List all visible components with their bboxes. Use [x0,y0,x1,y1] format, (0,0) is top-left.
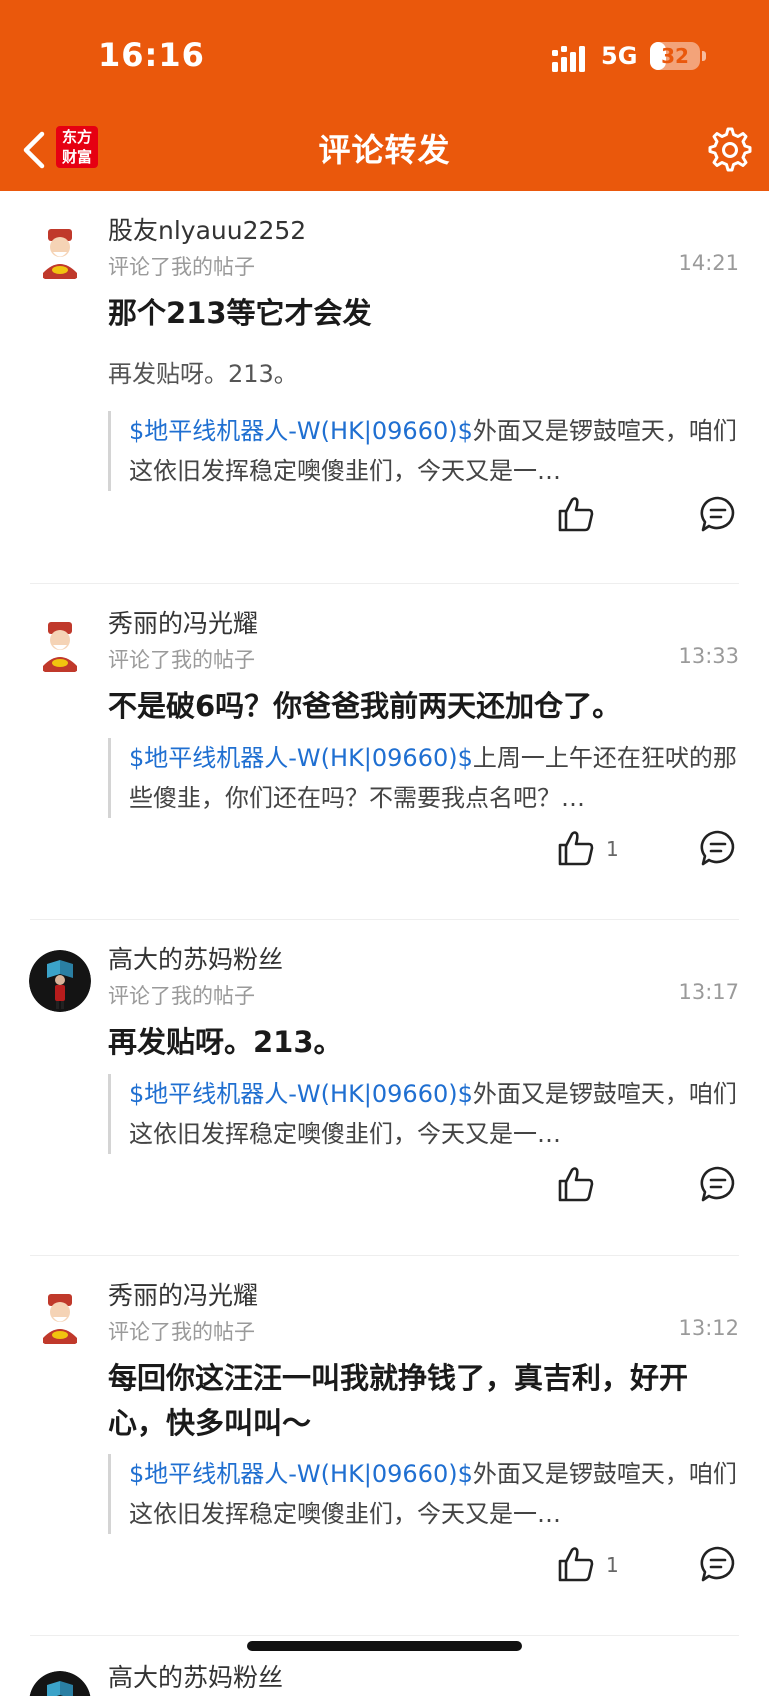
username[interactable]: 高大的苏妈粉丝 [108,940,283,976]
comment-content[interactable]: 那个213等它才会发 [108,291,739,336]
caishen-avatar-icon [29,614,91,676]
battery-tip [702,51,706,61]
like-count: 1 [606,1553,619,1577]
comment-item[interactable]: 秀丽的冯光耀 评论了我的帖子 13:12 每回你这汪汪一叫我就挣钱了，真吉利，好… [0,1256,769,1636]
gear-icon[interactable] [707,127,753,173]
stock-link[interactable]: $地平线机器人-W(HK|09660)$ [129,417,473,445]
network-type: 5G [601,42,638,70]
comment-item[interactable]: 高大的苏妈粉丝 评论了我的帖子 13:17 再发贴呀。213。 $地平线机器人-… [0,920,769,1256]
stock-link[interactable]: $地平线机器人-W(HK|09660)$ [129,1460,473,1488]
avatar[interactable] [29,950,91,1012]
battery-level: 32 [661,44,689,68]
comment-item[interactable]: 股友nlyauu2252 评论了我的帖子 14:21 那个213等它才会发 再发… [0,191,769,584]
avatar[interactable] [29,1671,91,1696]
action-text: 评论了我的帖子 [108,255,255,279]
battery-icon: 32 [650,42,700,70]
like-count: 1 [606,837,619,861]
quoted-post[interactable]: $地平线机器人-W(HK|09660)$外面又是锣鼓喧天，咱们这依旧发挥稳定噢傻… [108,411,753,491]
comment-item[interactable]: 秀丽的冯光耀 评论了我的帖子 13:33 不是破6吗？你爸爸我前两天还加仓了。 … [0,584,769,920]
username[interactable]: 秀丽的冯光耀 [108,1276,258,1312]
avatar[interactable] [29,1286,91,1348]
username[interactable]: 秀丽的冯光耀 [108,604,258,640]
stock-link[interactable]: $地平线机器人-W(HK|09660)$ [129,744,473,772]
comment-time: 14:21 [678,251,739,275]
comment-time: 13:33 [678,644,739,668]
comment-icon[interactable] [699,495,737,533]
comment-time: 13:17 [678,980,739,1004]
username[interactable]: 股友nlyauu2252 [108,211,306,247]
comment-icon[interactable] [699,1545,737,1583]
quoted-post[interactable]: $地平线机器人-W(HK|09660)$外面又是锣鼓喧天，咱们这依旧发挥稳定噢傻… [108,1074,753,1154]
comment-content[interactable]: 每回你这汪汪一叫我就挣钱了，真吉利，好开心，快多叫叫～ [108,1356,739,1446]
thumbs-up-icon[interactable] [557,1165,595,1203]
photo-avatar-icon [29,950,91,1012]
quoted-post[interactable]: $地平线机器人-W(HK|09660)$外面又是锣鼓喧天，咱们这依旧发挥稳定噢傻… [108,1454,753,1534]
app-header: 16:16 5G 32 东方 财富 评论转发 [0,0,769,191]
comment-icon[interactable] [699,1165,737,1203]
photo-avatar-icon [29,1671,91,1696]
comment-list: 股友nlyauu2252 评论了我的帖子 14:21 那个213等它才会发 再发… [0,191,769,1696]
action-text: 评论了我的帖子 [108,984,255,1008]
thumbs-up-icon[interactable] [557,495,595,533]
signal-icon [552,46,585,72]
caishen-avatar-icon [29,221,91,283]
username[interactable]: 高大的苏妈粉丝 [108,1658,283,1694]
avatar[interactable] [29,614,91,676]
action-text: 评论了我的帖子 [108,1320,255,1344]
caishen-avatar-icon [29,1286,91,1348]
comment-time: 13:12 [678,1316,739,1340]
comment-icon[interactable] [699,829,737,867]
thumbs-up-icon[interactable] [557,1545,595,1583]
page-title: 评论转发 [318,131,451,169]
status-time: 16:16 [98,36,205,74]
stock-link[interactable]: $地平线机器人-W(HK|09660)$ [129,1080,473,1108]
comment-content[interactable]: 不是破6吗？你爸爸我前两天还加仓了。 [108,684,739,729]
quoted-post[interactable]: $地平线机器人-W(HK|09660)$上周一上午还在狂吠的那些傻韭，你们还在吗… [108,738,753,818]
action-text: 评论了我的帖子 [108,648,255,672]
comment-content[interactable]: 再发贴呀。213。 [108,1020,739,1065]
quoted-reply: 再发贴呀。213。 [108,360,298,388]
thumbs-up-icon[interactable] [557,829,595,867]
home-indicator[interactable] [247,1641,522,1651]
avatar[interactable] [29,221,91,283]
